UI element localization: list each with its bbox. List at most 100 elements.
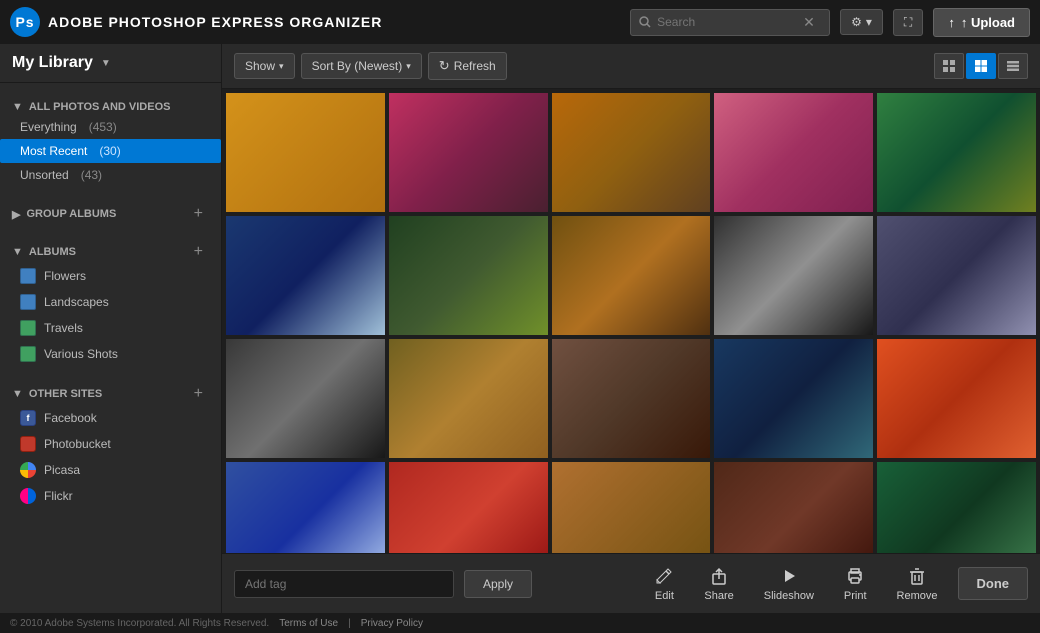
sidebar-item-landscapes[interactable]: Landscapes [0, 289, 221, 315]
fullscreen-icon: ⛶ [904, 15, 912, 30]
search-bar[interactable]: ✕ [630, 9, 830, 36]
sidebar-item-various-shots[interactable]: Various Shots [0, 341, 221, 367]
everything-label: Everything [20, 120, 77, 134]
slideshow-icon [779, 566, 799, 586]
view-small-grid-button[interactable] [934, 53, 964, 79]
other-sites-section: ▼ OTHER SITES + f Facebook Photobucket P… [0, 379, 221, 509]
print-action[interactable]: Print [834, 562, 877, 606]
slideshow-label: Slideshow [764, 590, 814, 602]
albums-add-icon[interactable]: + [194, 243, 203, 261]
my-library-header[interactable]: My Library ▼ [0, 44, 221, 83]
albums-header[interactable]: ▼ ALBUMS + [0, 237, 221, 263]
app-title: ADOBE PHOTOSHOP EXPRESS ORGANIZER [48, 14, 382, 30]
photo-cell[interactable] [552, 462, 711, 553]
tag-input[interactable] [234, 570, 454, 598]
picasa-icon [20, 462, 36, 478]
terms-link[interactable]: Terms of Use [279, 618, 338, 629]
edit-label: Edit [655, 590, 674, 602]
sidebar-item-photobucket[interactable]: Photobucket [0, 431, 221, 457]
logo-icon: Ps [10, 7, 40, 37]
gear-button[interactable]: ⚙ ▾ [840, 9, 883, 35]
photo-grid [222, 89, 1040, 553]
all-photos-section: ▼ ALL PHOTOS AND VIDEOS Everything (453)… [0, 95, 221, 187]
other-sites-collapse-icon: ▼ [12, 388, 23, 400]
sort-button[interactable]: Sort By (Newest) ▾ [301, 53, 422, 79]
other-sites-header[interactable]: ▼ OTHER SITES + [0, 379, 221, 405]
photo-cell[interactable] [714, 339, 873, 458]
everything-count: (453) [89, 120, 117, 134]
other-sites-title: ▼ OTHER SITES [12, 388, 102, 400]
done-button[interactable]: Done [958, 567, 1029, 600]
facebook-label: Facebook [44, 411, 97, 425]
photo-cell[interactable] [877, 216, 1036, 335]
photo-cell[interactable] [552, 339, 711, 458]
large-grid-icon [974, 59, 988, 73]
photo-cell[interactable] [552, 216, 711, 335]
sidebar-item-picasa[interactable]: Picasa [0, 457, 221, 483]
share-icon [709, 566, 729, 586]
sidebar-item-flowers[interactable]: Flowers [0, 263, 221, 289]
albums-title: ▼ ALBUMS [12, 246, 76, 258]
group-albums-label: GROUP ALBUMS [26, 208, 116, 220]
facebook-icon: f [20, 410, 36, 426]
privacy-link[interactable]: Privacy Policy [361, 618, 423, 629]
albums-collapse-icon: ▼ [12, 246, 23, 258]
fullscreen-button[interactable]: ⛶ [893, 9, 923, 36]
print-label: Print [844, 590, 867, 602]
photo-cell[interactable] [714, 216, 873, 335]
sidebar-item-facebook[interactable]: f Facebook [0, 405, 221, 431]
share-action[interactable]: Share [694, 562, 743, 606]
all-photos-header[interactable]: ▼ ALL PHOTOS AND VIDEOS [0, 95, 221, 115]
sidebar-item-everything[interactable]: Everything (453) [0, 115, 221, 139]
flowers-label: Flowers [44, 269, 86, 283]
view-list-button[interactable] [998, 53, 1028, 79]
travels-label: Travels [44, 321, 83, 335]
content-area: Show ▾ Sort By (Newest) ▾ ↻ Refresh [222, 44, 1040, 613]
refresh-button[interactable]: ↻ Refresh [428, 52, 507, 80]
show-arrow-icon: ▾ [279, 61, 284, 72]
photo-cell[interactable] [389, 216, 548, 335]
apply-button[interactable]: Apply [464, 570, 532, 598]
photo-cell[interactable] [877, 462, 1036, 553]
upload-button[interactable]: ↑ ↑ Upload [933, 8, 1030, 37]
remove-action[interactable]: Remove [887, 562, 948, 606]
photo-cell[interactable] [226, 339, 385, 458]
sidebar-item-flickr[interactable]: Flickr [0, 483, 221, 509]
group-albums-header[interactable]: ▶ GROUP ALBUMS + [0, 199, 221, 225]
most-recent-count: (30) [99, 144, 120, 158]
sidebar-item-unsorted[interactable]: Unsorted (43) [0, 163, 221, 187]
all-photos-title: ▼ ALL PHOTOS AND VIDEOS [12, 101, 170, 113]
view-large-grid-button[interactable] [966, 53, 996, 79]
photo-cell[interactable] [877, 93, 1036, 212]
photo-cell[interactable] [389, 339, 548, 458]
other-sites-add-icon[interactable]: + [194, 385, 203, 403]
sidebar-item-most-recent[interactable]: Most Recent (30) [0, 139, 221, 163]
search-input[interactable] [657, 15, 797, 29]
show-button[interactable]: Show ▾ [234, 53, 295, 79]
photo-cell[interactable] [714, 462, 873, 553]
show-label: Show [245, 59, 275, 73]
photo-cell[interactable] [552, 93, 711, 212]
photo-cell[interactable] [226, 216, 385, 335]
photo-grid-container [222, 89, 1040, 553]
search-clear-icon[interactable]: ✕ [803, 14, 815, 31]
small-grid-icon [942, 59, 956, 73]
photo-cell[interactable] [226, 462, 385, 553]
group-albums-add-icon[interactable]: + [194, 205, 203, 223]
picasa-label: Picasa [44, 463, 80, 477]
photo-cell[interactable] [714, 93, 873, 212]
photo-cell[interactable] [389, 462, 548, 553]
sidebar-item-travels[interactable]: Travels [0, 315, 221, 341]
edit-icon [654, 566, 674, 586]
various-shots-album-icon [20, 346, 36, 362]
photo-cell[interactable] [389, 93, 548, 212]
edit-action[interactable]: Edit [644, 562, 684, 606]
sidebar: My Library ▼ ▼ ALL PHOTOS AND VIDEOS Eve… [0, 44, 222, 613]
slideshow-action[interactable]: Slideshow [754, 562, 824, 606]
all-photos-label: ALL PHOTOS AND VIDEOS [29, 101, 171, 113]
photo-cell[interactable] [226, 93, 385, 212]
refresh-icon: ↻ [439, 58, 450, 74]
list-icon [1006, 59, 1020, 73]
photo-cell[interactable] [877, 339, 1036, 458]
most-recent-label: Most Recent [20, 144, 87, 158]
